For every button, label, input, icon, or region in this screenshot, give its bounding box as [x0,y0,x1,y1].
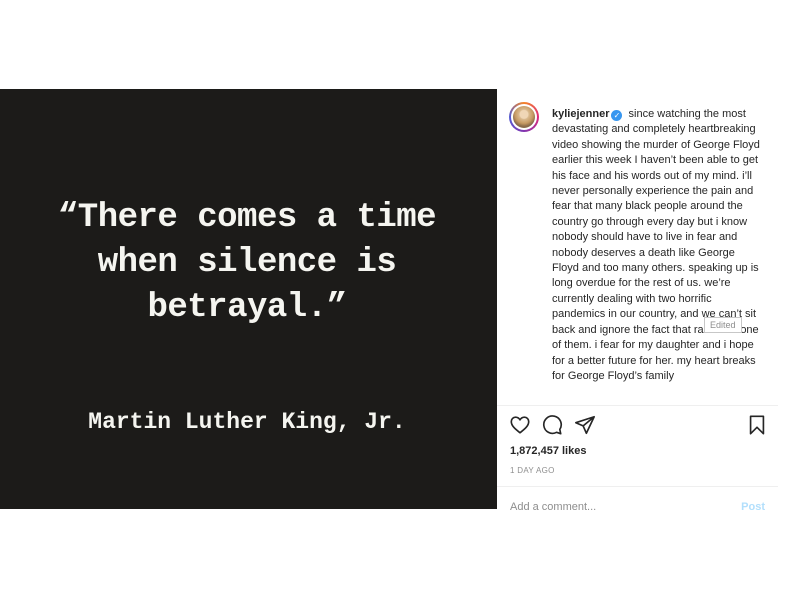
share-icon[interactable] [574,414,596,436]
quote-text: “There comes a time when silence is betr… [0,196,494,331]
caption-scroll-area[interactable]: kyliejenner ✓ since watching the most dev… [497,89,778,406]
avatar-story-ring[interactable] [509,102,539,132]
quote-attribution: Martin Luther King, Jr. [88,409,406,435]
post-image[interactable]: “There comes a time when silence is betr… [0,89,497,509]
bookmark-icon[interactable] [746,414,768,436]
edited-tooltip: Edited [704,317,742,333]
heart-icon[interactable] [509,414,531,436]
post-sidebar: kyliejenner ✓ since watching the most dev… [497,89,778,510]
comment-bar: Add a comment... Post [497,486,778,510]
post-actions [509,414,769,438]
instagram-post: “There comes a time when silence is betr… [0,89,778,510]
verified-badge-icon: ✓ [611,110,623,121]
avatar-image [513,106,535,128]
quote-line: betrayal.” [147,289,347,327]
post-timestamp[interactable]: 1 DAY AGO [510,466,555,475]
likes-count[interactable]: 1,872,457 likes [510,445,586,457]
avatar[interactable] [511,104,537,130]
caption-text: since watching the most devastating and … [552,108,760,382]
quote-line: “There comes a time [57,199,437,237]
post-comment-button[interactable]: Post [741,501,765,510]
comment-input[interactable]: Add a comment... [510,501,596,510]
post-caption: kyliejenner ✓ since watching the most dev… [552,107,764,384]
quote-line: when silence is [97,244,397,282]
comment-icon[interactable] [541,414,563,436]
username-link[interactable]: kyliejenner [552,108,609,120]
